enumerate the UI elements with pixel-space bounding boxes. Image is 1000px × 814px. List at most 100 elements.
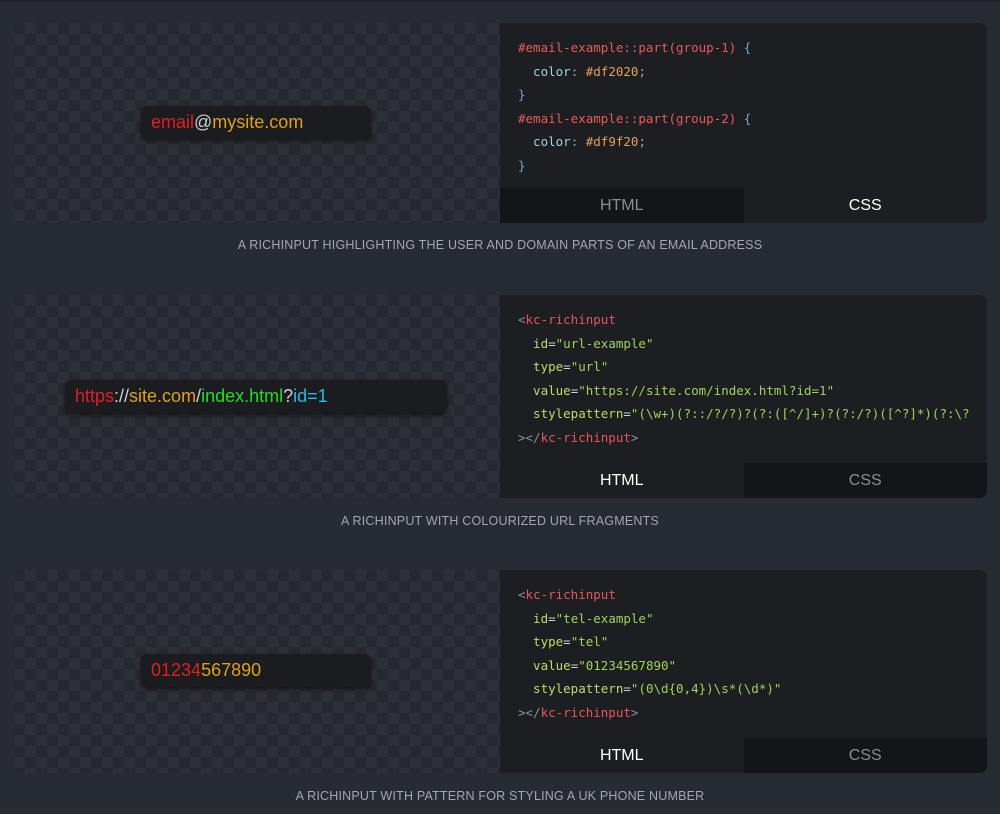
input-segment: site.com bbox=[129, 386, 197, 406]
code-block: <kc-richinput id="url-example" type="url… bbox=[500, 295, 987, 463]
input-segment: mysite.com bbox=[212, 112, 304, 132]
code-block: <kc-richinput id="tel-example" type="tel… bbox=[500, 570, 987, 738]
code-panel: <kc-richinput id="tel-example" type="tel… bbox=[500, 570, 987, 773]
code-token: : bbox=[570, 134, 586, 149]
code-line: } bbox=[518, 83, 987, 107]
demo-tel: 01234567890 <kc-richinput id="tel-exampl… bbox=[14, 570, 987, 773]
top-divider bbox=[0, 0, 1000, 2]
input-segment: https bbox=[75, 386, 115, 406]
code-line: type="tel" bbox=[518, 630, 987, 654]
code-token: "(0\d{0,4})\s*(\d*)" bbox=[630, 681, 782, 696]
tab-html[interactable]: HTML bbox=[500, 738, 744, 773]
code-token: "01234567890" bbox=[578, 657, 677, 673]
input-segment: 567890 bbox=[201, 660, 262, 680]
code-token: type bbox=[518, 359, 564, 374]
code-token: stylepattern bbox=[518, 681, 624, 696]
preview-area: email@mysite.com bbox=[14, 23, 500, 223]
code-token: "https://site.com/index.html?id=1" bbox=[578, 382, 835, 398]
code-tabs: HTML CSS bbox=[500, 738, 987, 773]
code-token: } bbox=[518, 87, 526, 102]
input-segment: email bbox=[151, 112, 195, 132]
tab-html[interactable]: HTML bbox=[500, 188, 744, 223]
url-richinput[interactable]: https://site.com/index.html?id=1 bbox=[65, 380, 447, 413]
preview-area: 01234567890 bbox=[14, 570, 500, 773]
email-richinput[interactable]: email@mysite.com bbox=[141, 106, 371, 139]
code-tabs: HTML CSS bbox=[500, 188, 987, 223]
code-token: stylepattern bbox=[518, 406, 624, 421]
code-line: ></kc-richinput> bbox=[518, 701, 987, 725]
code-token: kc-richinput bbox=[540, 704, 631, 720]
demo-email: email@mysite.com #email-example::part(gr… bbox=[14, 23, 987, 223]
code-line: ></kc-richinput> bbox=[518, 426, 987, 450]
code-token: "url-example" bbox=[555, 335, 654, 351]
code-token: = bbox=[563, 634, 571, 649]
code-line: } bbox=[518, 154, 987, 178]
input-segment: :// bbox=[114, 386, 130, 406]
code-line: id="url-example" bbox=[518, 332, 987, 356]
tab-css[interactable]: CSS bbox=[743, 738, 987, 773]
code-token: id bbox=[518, 335, 549, 351]
input-segment: index.html bbox=[201, 386, 284, 406]
code-token: "tel" bbox=[570, 634, 609, 649]
code-token: { bbox=[736, 110, 752, 126]
code-token: #df2020 bbox=[585, 63, 639, 79]
code-line: type="url" bbox=[518, 355, 987, 379]
code-tabs: HTML CSS bbox=[500, 463, 987, 498]
code-line: <kc-richinput bbox=[518, 583, 987, 607]
code-token: type bbox=[518, 634, 564, 649]
demo-caption: A RICHINPUT HIGHLIGHTING THE USER AND DO… bbox=[237, 238, 763, 252]
code-token: kc-richinput bbox=[525, 312, 616, 327]
code-token: ></ bbox=[518, 704, 541, 720]
code-token: = bbox=[548, 610, 556, 626]
code-panel: <kc-richinput id="url-example" type="url… bbox=[500, 295, 987, 498]
demo-caption: A RICHINPUT WITH COLOURIZED URL FRAGMENT… bbox=[341, 514, 659, 528]
code-token: "tel-example" bbox=[555, 610, 654, 626]
code-line: #email-example::part(group-1) { bbox=[518, 36, 987, 60]
code-token: kc-richinput bbox=[540, 429, 631, 445]
code-token: } bbox=[518, 157, 526, 173]
input-segment: ? bbox=[283, 386, 294, 406]
code-token: = bbox=[623, 406, 631, 421]
code-token: { bbox=[736, 40, 752, 55]
code-token: : bbox=[570, 63, 586, 79]
input-segment: 01234 bbox=[151, 660, 202, 680]
code-token: > bbox=[630, 704, 639, 720]
code-token: #email-example::part(group-1) bbox=[518, 40, 737, 55]
preview-area: https://site.com/index.html?id=1 bbox=[14, 295, 500, 498]
code-token: "(\w+)(?::/?/?)?(?:([^/]+)?(?:/?)([^?]*)… bbox=[630, 406, 970, 421]
code-token: > bbox=[630, 429, 639, 445]
code-token: = bbox=[623, 681, 631, 696]
code-token: < bbox=[518, 587, 526, 602]
code-line: stylepattern="(0\d{0,4})\s*(\d*)" bbox=[518, 677, 987, 701]
demo-url: https://site.com/index.html?id=1 <kc-ric… bbox=[14, 295, 987, 498]
code-token: color bbox=[518, 134, 571, 149]
code-block: #email-example::part(group-1) { color: #… bbox=[500, 23, 987, 188]
code-line: color: #df2020; bbox=[518, 60, 987, 84]
code-line: stylepattern="(\w+)(?::/?/?)?(?:([^/]+)?… bbox=[518, 402, 987, 426]
code-token: = bbox=[548, 335, 556, 351]
tab-html[interactable]: HTML bbox=[500, 463, 744, 498]
code-token: ; bbox=[638, 63, 646, 79]
code-token: = bbox=[563, 359, 571, 374]
code-token: value bbox=[518, 382, 571, 398]
code-token: < bbox=[518, 312, 526, 327]
demo-caption: A RICHINPUT WITH PATTERN FOR STYLING A U… bbox=[295, 789, 705, 803]
code-line: <kc-richinput bbox=[518, 308, 987, 332]
code-panel: #email-example::part(group-1) { color: #… bbox=[500, 23, 987, 223]
code-token: color bbox=[518, 63, 571, 79]
code-token: #email-example::part(group-2) bbox=[518, 110, 737, 126]
code-token: value bbox=[518, 657, 571, 673]
code-line: id="tel-example" bbox=[518, 607, 987, 631]
tab-css[interactable]: CSS bbox=[743, 188, 987, 223]
input-segment: id=1 bbox=[293, 386, 328, 406]
code-token: #df9f20 bbox=[585, 134, 639, 149]
code-line: color: #df9f20; bbox=[518, 130, 987, 154]
code-token: id bbox=[518, 610, 549, 626]
code-line: value="01234567890" bbox=[518, 654, 987, 678]
code-token: kc-richinput bbox=[525, 587, 616, 602]
tab-css[interactable]: CSS bbox=[743, 463, 987, 498]
code-token: ></ bbox=[518, 429, 541, 445]
input-segment: @ bbox=[194, 112, 213, 132]
tel-richinput[interactable]: 01234567890 bbox=[141, 654, 371, 687]
code-token: "url" bbox=[570, 359, 609, 374]
